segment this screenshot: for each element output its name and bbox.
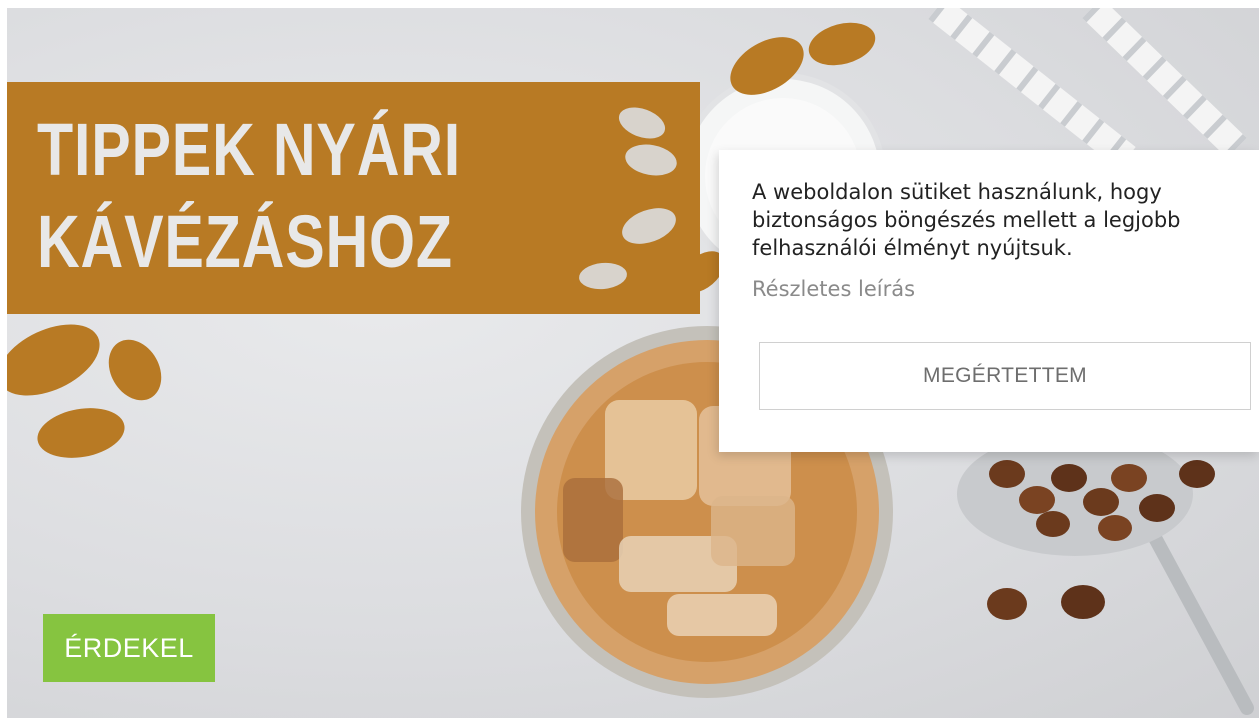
cookie-message: A weboldalon sütiket használunk, hogy bi… — [752, 180, 1181, 260]
headline-line-1: TIPPEK NYÁRI — [37, 108, 462, 191]
banner-headline: TIPPEK NYÁRI KÁVÉZÁSHOZ — [37, 104, 461, 288]
cookie-consent-popup: A weboldalon sütiket használunk, hogy bi… — [719, 150, 1259, 452]
spoon-with-beans — [957, 432, 1254, 715]
interested-button[interactable]: ÉRDEKEL — [43, 614, 215, 682]
cookie-details-link[interactable]: Részletes leírás — [752, 275, 915, 303]
straw-decoration — [928, 8, 1247, 169]
headline-line-2: KÁVÉZÁSHOZ — [37, 200, 453, 283]
accept-cookies-button[interactable]: MEGÉRTETTEM — [759, 342, 1251, 410]
